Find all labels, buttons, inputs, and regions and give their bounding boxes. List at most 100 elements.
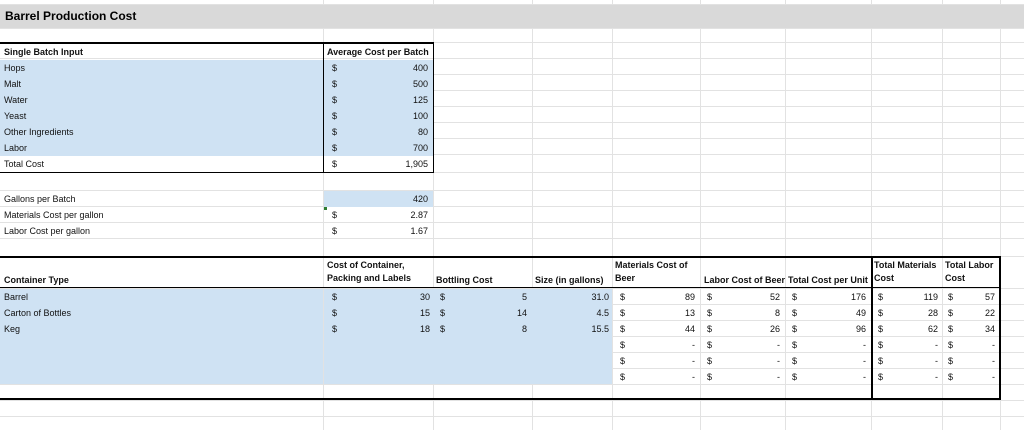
- container-cell-cost: 15: [419, 308, 430, 318]
- container-cell-currency: $: [707, 340, 713, 350]
- container-cell-currency: $: [707, 356, 713, 366]
- container-cell-total-labor: -: [992, 340, 995, 350]
- container-cell-bottling: [470, 337, 527, 353]
- container-cell-currency: $: [792, 292, 798, 302]
- container-cell-bottling: 5: [521, 292, 527, 302]
- batch-row-label: Labor: [4, 143, 28, 153]
- container-cell-currency: $: [792, 372, 798, 382]
- container-cell-total-labor: 22: [984, 308, 995, 318]
- container-cell-currency: $: [792, 308, 798, 318]
- container-cell-total-unit: -: [863, 372, 866, 382]
- batch-header-input: Single Batch Input: [4, 47, 84, 57]
- batch-row-value: 500: [412, 79, 428, 89]
- container-header-total-labor: Total Labor Cost: [945, 260, 994, 283]
- container-cell-labor: 52: [769, 292, 780, 302]
- container-cell-total-materials: -: [935, 356, 938, 366]
- batch-row-value: 400: [412, 63, 428, 73]
- batch-row-value: 700: [412, 143, 428, 153]
- batch-bottom-border: [0, 172, 434, 173]
- container-header-materials: Materials Cost of Beer: [615, 260, 688, 283]
- container-cell-currency: $: [948, 356, 954, 366]
- container-header-size: Size (in gallons): [535, 275, 604, 285]
- container-cell-currency: $: [707, 372, 713, 382]
- container-cell-materials: 44: [684, 324, 695, 334]
- container-row-type: Carton of Bottles: [4, 308, 72, 318]
- sheet-title: Barrel Production Cost: [5, 9, 137, 23]
- container-cell-total-labor: -: [992, 356, 995, 366]
- container-cell-currency: $: [792, 356, 798, 366]
- container-cell-cost: 18: [419, 324, 430, 334]
- container-cell-size: [540, 369, 609, 385]
- container-cell-currency: $: [792, 324, 798, 334]
- container-cell-size: 4.5: [596, 308, 609, 318]
- container-total-left-border: [871, 256, 873, 400]
- grid-col-line: [942, 0, 943, 430]
- container-cell-currency: $: [878, 340, 884, 350]
- batch-header-cost: Average Cost per Batch: [327, 47, 429, 57]
- container-cell-currency: $: [948, 324, 954, 334]
- grid-row-line: [0, 400, 1024, 401]
- gallon-row-currency: $: [332, 226, 338, 236]
- container-cell-currency: $: [620, 308, 626, 318]
- batch-row-label: Other Ingredients: [4, 127, 74, 137]
- container-cell-labor: -: [777, 340, 780, 350]
- batch-row-label: Total Cost: [4, 159, 45, 169]
- grid-col-line: [612, 0, 613, 430]
- container-cell-currency: $: [707, 308, 713, 318]
- batch-row-label: Hops: [4, 63, 26, 73]
- grid-row-line: [0, 416, 1024, 417]
- container-cell-currency: $: [948, 292, 954, 302]
- batch-divider: [323, 42, 324, 173]
- batch-right-border: [433, 42, 434, 173]
- container-header-bottling: Bottling Cost: [436, 275, 493, 285]
- batch-row-currency: $: [332, 95, 338, 105]
- container-cell-cost: 30: [419, 292, 430, 302]
- container-row-type: Keg: [4, 324, 21, 334]
- batch-input-fill: [0, 60, 323, 156]
- container-cell-labor: 8: [774, 308, 780, 318]
- container-cell-total-materials: 62: [927, 324, 938, 334]
- container-cell-currency: $: [440, 292, 446, 302]
- container-cell-total-unit: 96: [855, 324, 866, 334]
- container-cell-total-unit: -: [863, 340, 866, 350]
- container-header-total-materials: Total Materials Cost: [874, 260, 937, 283]
- container-header-labor: Labor Cost of Beer: [704, 275, 786, 285]
- container-cell-currency: $: [878, 308, 884, 318]
- container-header-total-unit: Total Cost per Unit: [788, 275, 868, 285]
- container-cell-currency: $: [878, 292, 884, 302]
- container-cell-materials: 89: [684, 292, 695, 302]
- grid-row-line: [0, 190, 1024, 191]
- grid-row-line: [0, 206, 1024, 207]
- container-cell-currency: $: [620, 372, 626, 382]
- container-cell-size: 15.5: [591, 324, 609, 334]
- container-cell-currency: $: [440, 308, 446, 318]
- container-cell-currency: $: [878, 324, 884, 334]
- container-row-type: Barrel: [4, 292, 29, 302]
- container-cell-currency: $: [332, 308, 338, 318]
- gallon-row-currency: $: [332, 210, 338, 220]
- container-cell-labor: -: [777, 372, 780, 382]
- grid-col-line: [785, 0, 786, 430]
- container-cell-currency: $: [440, 324, 446, 334]
- gallon-row-label: Labor Cost per gallon: [4, 226, 91, 236]
- batch-row-currency: $: [332, 111, 338, 121]
- container-cell-currency: $: [620, 324, 626, 334]
- container-cell-currency: $: [620, 340, 626, 350]
- container-type-fill: [0, 289, 323, 384]
- batch-row-value: 80: [417, 127, 428, 137]
- batch-row-value: 125: [412, 95, 428, 105]
- container-cell-total-materials: 119: [923, 292, 938, 302]
- container-cell-cost: [360, 337, 430, 353]
- container-cell-total-labor: 34: [984, 324, 995, 334]
- batch-row-currency: $: [332, 79, 338, 89]
- container-cell-currency: $: [332, 324, 338, 334]
- batch-row-value: 1,905: [405, 159, 428, 169]
- container-cell-currency: $: [948, 372, 954, 382]
- batch-row-currency: $: [332, 63, 338, 73]
- container-cell-currency: $: [878, 356, 884, 366]
- container-cell-materials: -: [692, 340, 695, 350]
- container-cell-size: [540, 353, 609, 369]
- container-cell-total-unit: -: [863, 356, 866, 366]
- container-cell-total-materials: -: [935, 340, 938, 350]
- batch-row-label: Yeast: [4, 111, 27, 121]
